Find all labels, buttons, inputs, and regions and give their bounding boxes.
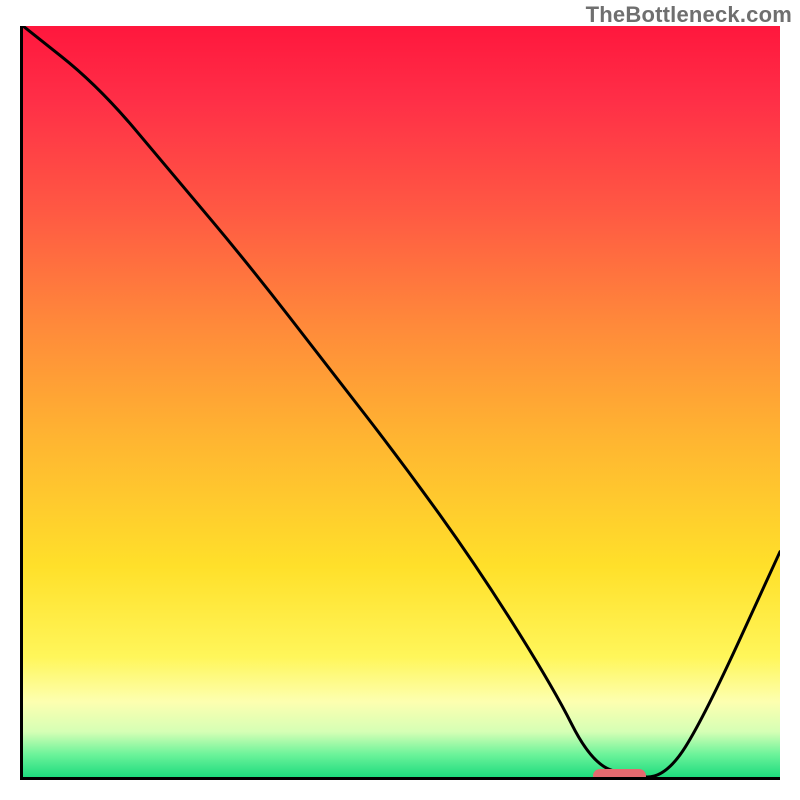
curve-path [23,26,780,777]
optimum-marker [593,769,646,780]
watermark-text: TheBottleneck.com [586,2,792,28]
plot-area [20,26,780,780]
series-curve [23,26,780,777]
chart-canvas: TheBottleneck.com [0,0,800,800]
